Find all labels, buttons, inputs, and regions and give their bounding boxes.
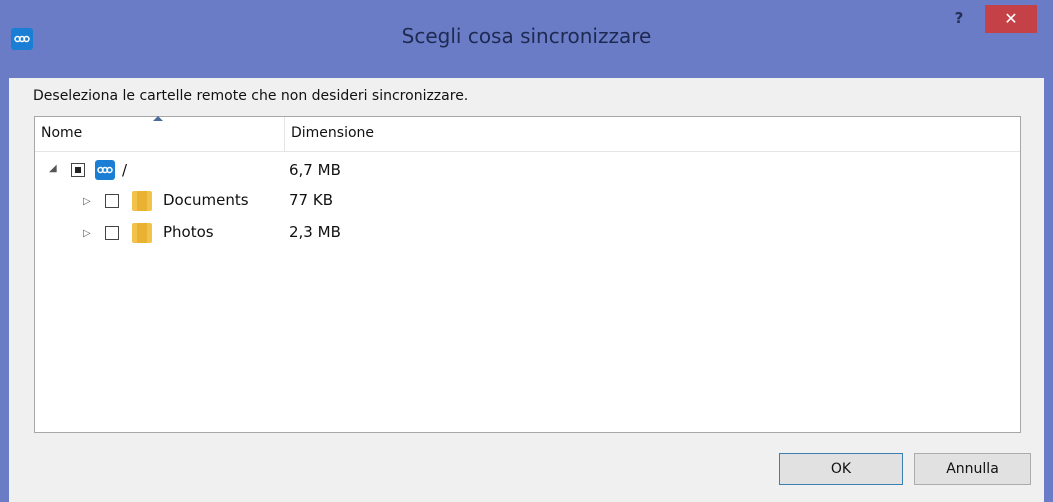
column-header-name[interactable]: Nome [35, 116, 285, 151]
folder-tree[interactable]: Nome Dimensione ◢ / 6,7 MB ▷ Documents 7… [34, 116, 1021, 433]
column-header-size-label: Dimensione [291, 125, 375, 141]
checkbox-photos[interactable] [105, 226, 119, 240]
tree-item-label: / [122, 161, 128, 179]
sort-ascending-icon [153, 116, 163, 121]
tree-item-size: 77 KB [289, 191, 333, 209]
column-header-size[interactable]: Dimensione [285, 117, 1020, 151]
tree-item-size: 6,7 MB [289, 161, 341, 179]
tree-header: Nome Dimensione [35, 116, 1020, 152]
cancel-button[interactable]: Annulla [914, 453, 1031, 485]
tree-item-label: Photos [163, 223, 214, 241]
cloud-icon [95, 160, 115, 180]
checkbox-documents[interactable] [105, 194, 119, 208]
tree-row-root[interactable]: ◢ / 6,7 MB [35, 155, 1020, 189]
tree-row-photos[interactable]: ▷ Photos 2,3 MB [35, 221, 1020, 255]
close-button[interactable]: ✕ [985, 5, 1037, 33]
column-header-name-label: Nome [41, 125, 83, 141]
checkbox-root[interactable] [71, 163, 85, 177]
collapse-triangle-icon[interactable]: ◢ [49, 164, 59, 174]
tree-row-documents[interactable]: ▷ Documents 77 KB [35, 189, 1020, 223]
ok-button[interactable]: OK [779, 453, 903, 485]
dialog-body: Deseleziona le cartelle remote che non d… [9, 78, 1044, 502]
folder-icon [132, 191, 152, 211]
tree-item-size: 2,3 MB [289, 223, 341, 241]
expand-triangle-icon[interactable]: ▷ [83, 229, 93, 239]
tree-item-label: Documents [163, 191, 249, 209]
dialog-window: Scegli cosa sincronizzare ? ✕ Deselezion… [0, 0, 1053, 502]
instruction-text: Deseleziona le cartelle remote che non d… [33, 88, 469, 104]
expand-triangle-icon[interactable]: ▷ [83, 197, 93, 207]
folder-icon [132, 223, 152, 243]
window-title: Scegli cosa sincronizzare [401, 24, 652, 48]
title-bar[interactable]: Scegli cosa sincronizzare ? ✕ [0, 0, 1053, 78]
help-button[interactable]: ? [944, 6, 974, 30]
